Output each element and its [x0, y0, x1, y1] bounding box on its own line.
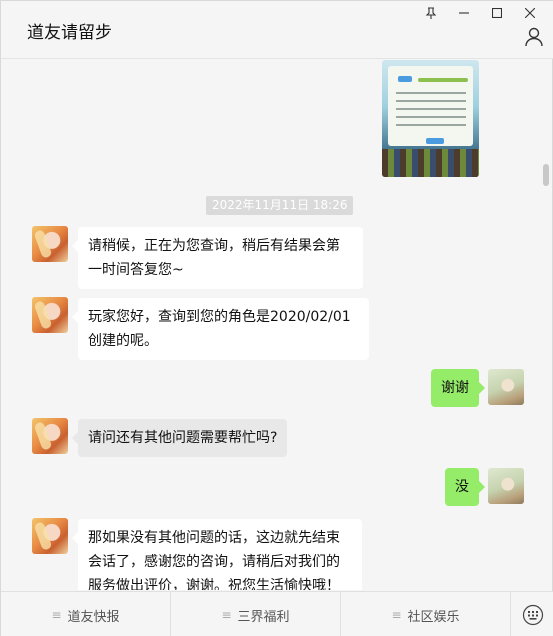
screenshot-line: [396, 108, 466, 110]
screenshot-line: [396, 116, 466, 118]
keyboard-toggle-button[interactable]: [511, 592, 553, 636]
menu-item-label: 三界福利: [237, 609, 290, 625]
service-avatar[interactable]: [32, 297, 68, 333]
menu-item-welfare[interactable]: ≡ 三界福利: [171, 592, 341, 636]
keyboard-icon: [522, 604, 543, 625]
pin-button[interactable]: [414, 3, 447, 23]
message-bubble[interactable]: 玩家您好，查询到您的角色是2020/02/01创建的呢。: [72, 298, 369, 360]
message-bubble-self[interactable]: 谢谢: [431, 369, 485, 407]
service-avatar[interactable]: [32, 418, 68, 454]
service-avatar[interactable]: [32, 226, 68, 262]
screenshot-ground: [382, 149, 479, 177]
service-avatar[interactable]: [32, 518, 68, 554]
message-text: 请稍候，正在为您查询，稍后有结果会第一时间答复您~: [88, 238, 340, 278]
close-icon: [524, 8, 535, 18]
minimize-icon: [458, 12, 469, 14]
chat-scrollbar[interactable]: [543, 164, 549, 186]
menu-icon: ≡: [221, 608, 232, 622]
pin-icon: [425, 7, 436, 19]
message-text: 玩家您好，查询到您的角色是2020/02/01创建的呢。: [88, 309, 351, 349]
close-button[interactable]: [513, 3, 546, 23]
user-avatar[interactable]: [488, 468, 524, 504]
message-bubble[interactable]: 那如果没有其他问题的话，这边就先结束会话了，感谢您的咨询，请稍后对我们的服务做出…: [72, 519, 362, 590]
screenshot-line: [396, 100, 466, 102]
message-text: 那如果没有其他问题的话，这边就先结束会话了，感谢您的咨询，请稍后对我们的服务做出…: [88, 530, 340, 590]
menu-item-news[interactable]: ≡ 道友快报: [1, 592, 171, 636]
screenshot-line: [396, 124, 466, 126]
menu-icon: ≡: [51, 608, 62, 622]
person-icon: [525, 27, 543, 47]
message-timestamp: 2022年11月11日 18:26: [206, 196, 354, 215]
maximize-icon: [491, 8, 502, 18]
bottom-menu: ≡ 道友快报 ≡ 三界福利 ≡ 社区娱乐: [1, 591, 553, 636]
chat-title: 道友请留步: [27, 23, 112, 43]
minimize-button[interactable]: [447, 3, 480, 23]
message-text: 没: [455, 479, 469, 495]
window-controls: [414, 3, 546, 23]
title-bar: 道友请留步: [1, 1, 553, 59]
menu-item-community[interactable]: ≡ 社区娱乐: [341, 592, 511, 636]
contact-info-button[interactable]: [524, 27, 544, 47]
menu-icon: ≡: [391, 608, 402, 622]
screenshot-bar: [418, 78, 468, 82]
message-bubble-self[interactable]: 没: [445, 468, 485, 506]
message-text: 谢谢: [441, 380, 469, 396]
menu-item-label: 社区娱乐: [407, 609, 460, 625]
message-text: 请问还有其他问题需要帮忙吗?: [88, 430, 278, 446]
chat-window: 道友请留步 2022年11月11日 18:26 请稍候，正在为您查询，稍后有结果…: [0, 0, 553, 636]
screenshot-tag: [398, 76, 412, 82]
chat-area[interactable]: 2022年11月11日 18:26 请稍候，正在为您查询，稍后有结果会第一时间答…: [1, 60, 553, 590]
screenshot-panel: [388, 66, 473, 146]
shared-screenshot-image[interactable]: [382, 60, 479, 177]
maximize-button[interactable]: [480, 3, 513, 23]
user-avatar[interactable]: [488, 369, 524, 405]
screenshot-button: [426, 138, 444, 144]
screenshot-line: [396, 92, 466, 94]
menu-item-label: 道友快报: [67, 609, 120, 625]
message-bubble[interactable]: 请稍候，正在为您查询，稍后有结果会第一时间答复您~: [72, 227, 363, 289]
message-bubble[interactable]: 请问还有其他问题需要帮忙吗?: [71, 419, 288, 457]
